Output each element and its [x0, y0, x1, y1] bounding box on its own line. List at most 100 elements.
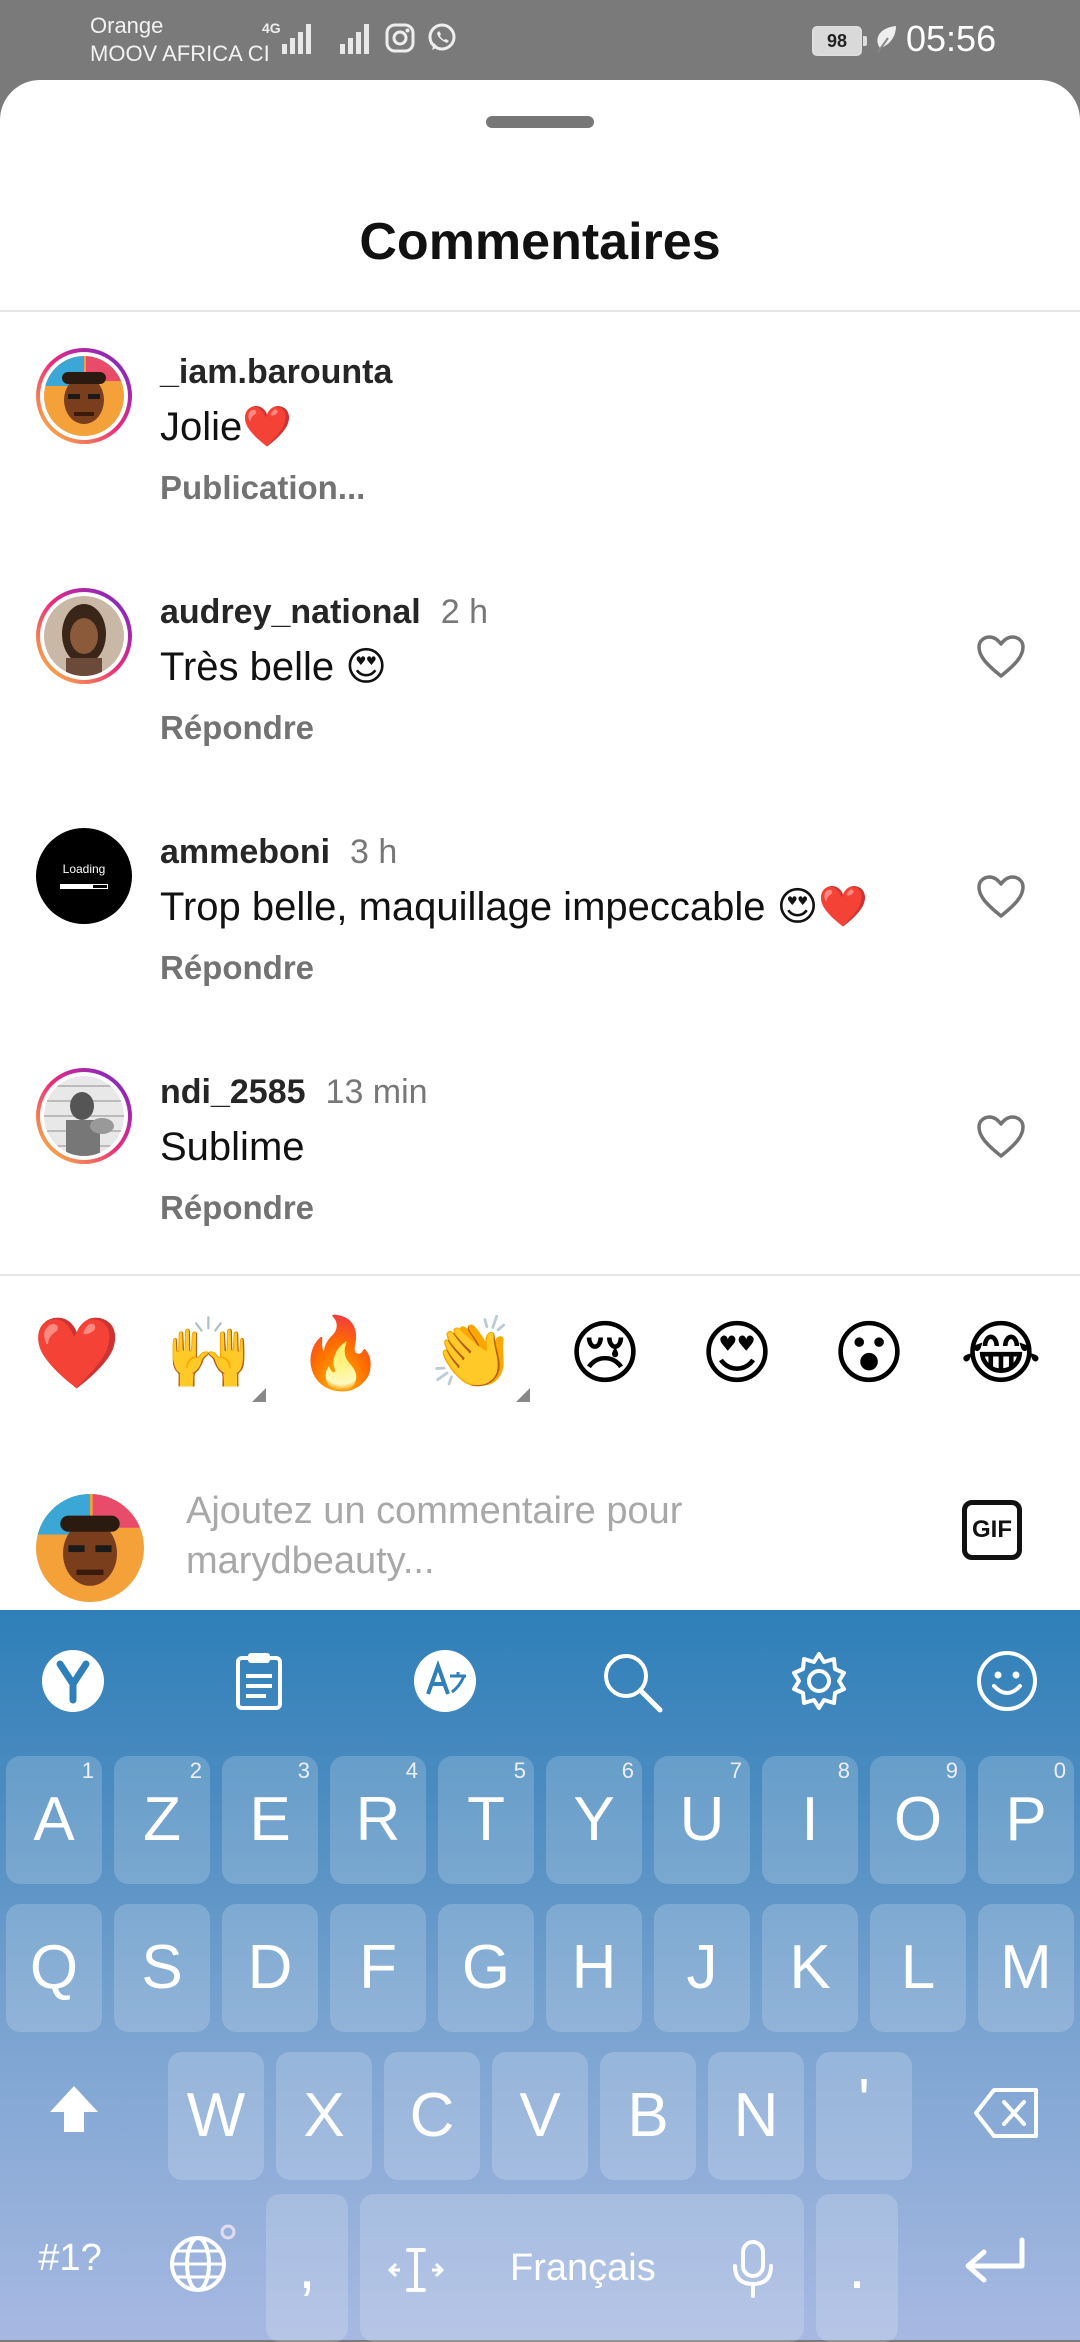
- key-b[interactable]: B: [600, 2052, 696, 2180]
- comment-time: 13 min: [325, 1073, 428, 1111]
- comment-header: _iam.barounta: [160, 350, 392, 394]
- reaction-laughing-emoji[interactable]: 😂: [956, 1308, 1046, 1398]
- key-letter: E: [249, 1785, 291, 1854]
- key-number-hint: 0: [1053, 1758, 1066, 1783]
- avatar-illustration: [44, 356, 124, 436]
- key-g[interactable]: G: [438, 1904, 534, 2032]
- key-f[interactable]: F: [330, 1904, 426, 2032]
- period-key[interactable]: .: [816, 2194, 898, 2342]
- comment-header: ndi_2585 13 min: [160, 1070, 428, 1114]
- keyboard-toolbar: [0, 1610, 1080, 1750]
- key-x[interactable]: X: [276, 2052, 372, 2180]
- key-p[interactable]: P0: [978, 1756, 1074, 1884]
- avatar[interactable]: Loading: [36, 828, 132, 924]
- key-number-hint: 5: [513, 1758, 526, 1783]
- soft-keyboard: A1 Z2 E3 R4 T5 Y6 U7 I8 O9 P0 Q S D F G …: [0, 1610, 1080, 2342]
- key-h[interactable]: H: [546, 1904, 642, 2032]
- reaction-fire-emoji[interactable]: 🔥: [296, 1308, 386, 1398]
- symbols-key[interactable]: #1?: [6, 2194, 134, 2322]
- reaction-heart-eyes-emoji[interactable]: 😍: [692, 1308, 782, 1398]
- reaction-raising-hands-glyph: 🙌: [165, 1314, 253, 1392]
- key-d[interactable]: D: [222, 1904, 318, 2032]
- backspace-icon[interactable]: [972, 2086, 1042, 2140]
- reaction-raising-hands-emoji[interactable]: 🙌: [164, 1308, 266, 1402]
- key-v[interactable]: V: [492, 2052, 588, 2180]
- translate-icon[interactable]: [412, 1648, 478, 1714]
- avatar-photo: [44, 596, 124, 676]
- shift-icon[interactable]: [44, 2080, 104, 2140]
- comment-input[interactable]: [186, 1486, 786, 1596]
- comment-username[interactable]: _iam.barounta: [160, 353, 392, 391]
- avatar-loading-text: Loading: [62, 862, 106, 876]
- skin-tone-indicator: [516, 1388, 530, 1402]
- reaction-surprised-emoji[interactable]: 😮: [824, 1308, 914, 1398]
- signal-icon-2: [340, 22, 369, 54]
- key-u[interactable]: U7: [654, 1756, 750, 1884]
- avatar[interactable]: [36, 1068, 132, 1164]
- key-k[interactable]: K: [762, 1904, 858, 2032]
- battery-saver-leaf-icon: [877, 26, 896, 53]
- key-t[interactable]: T5: [438, 1756, 534, 1884]
- key-letter: T: [467, 1785, 505, 1854]
- globe-language-icon[interactable]: [166, 2224, 236, 2294]
- key-j[interactable]: J: [654, 1904, 750, 2032]
- key-z[interactable]: Z2: [114, 1756, 210, 1884]
- search-icon[interactable]: [598, 1648, 664, 1714]
- comment-item: ndi_2585 13 min Sublime Répondre: [0, 1068, 1080, 1288]
- key-c[interactable]: C: [384, 2052, 480, 2180]
- key-letter: Y: [573, 1785, 615, 1854]
- enter-icon[interactable]: [960, 2234, 1030, 2290]
- key-letter: O: [893, 1785, 943, 1854]
- reaction-heart-emoji[interactable]: ❤️: [32, 1308, 122, 1398]
- comment-composer: GIF: [0, 1460, 1080, 1610]
- key-n[interactable]: N: [708, 2052, 804, 2180]
- key-y[interactable]: Y6: [546, 1756, 642, 1884]
- reply-button[interactable]: Répondre: [160, 946, 314, 990]
- reply-button[interactable]: Répondre: [160, 706, 314, 750]
- comma-key[interactable]: ,: [266, 2194, 348, 2342]
- comment-item: Loading ammeboni 3 h Trop belle, maquilla…: [0, 828, 1080, 1048]
- key-a[interactable]: A1: [6, 1756, 102, 1884]
- key-number-hint: 4: [405, 1758, 418, 1783]
- comment-item: audrey_national 2 h Très belle 😍 Répondre: [0, 588, 1080, 808]
- whatsapp-icon: [428, 23, 456, 51]
- gear-icon[interactable]: [786, 1648, 852, 1714]
- avatar[interactable]: [36, 348, 132, 444]
- emoji-icon[interactable]: [974, 1648, 1040, 1714]
- like-heart-icon[interactable]: [976, 1114, 1026, 1160]
- reply-button[interactable]: Répondre: [160, 1186, 314, 1230]
- comment-text: Trop belle, maquillage impeccable 😍❤️: [160, 885, 869, 929]
- like-heart-icon[interactable]: [976, 634, 1026, 680]
- key-number-hint: 6: [621, 1758, 634, 1783]
- gif-button[interactable]: GIF: [962, 1500, 1022, 1560]
- reaction-clapping-glyph: 👏: [429, 1314, 517, 1392]
- key-r[interactable]: R4: [330, 1756, 426, 1884]
- space-key[interactable]: Français: [360, 2194, 804, 2342]
- key-m[interactable]: M: [978, 1904, 1074, 2032]
- battery-indicator: 98: [812, 26, 867, 56]
- avatar-illustration: [36, 1494, 144, 1602]
- key-s[interactable]: S: [114, 1904, 210, 2032]
- clock: 05:56: [906, 18, 997, 59]
- comment-username[interactable]: audrey_national: [160, 593, 421, 631]
- drag-handle[interactable]: [486, 116, 594, 128]
- yandex-logo-icon[interactable]: [40, 1648, 106, 1714]
- key-l[interactable]: L: [870, 1904, 966, 2032]
- avatar[interactable]: [36, 588, 132, 684]
- key-e[interactable]: E3: [222, 1756, 318, 1884]
- key-number-hint: 2: [189, 1758, 202, 1783]
- key-q[interactable]: Q: [6, 1904, 102, 2032]
- clipboard-icon[interactable]: [226, 1648, 292, 1714]
- key-i[interactable]: I8: [762, 1756, 858, 1884]
- reaction-crying-emoji[interactable]: 😢: [560, 1308, 650, 1398]
- comment-username[interactable]: ndi_2585: [160, 1073, 306, 1111]
- key-letter: I: [801, 1785, 819, 1854]
- key-w[interactable]: W: [168, 2052, 264, 2180]
- carrier-info: Orange MOOV AFRICA CI: [90, 12, 270, 68]
- key-apostrophe[interactable]: ': [816, 2052, 912, 2180]
- comment-text: Sublime: [160, 1125, 305, 1169]
- comment-username[interactable]: ammeboni: [160, 833, 330, 871]
- reaction-clapping-emoji[interactable]: 👏: [428, 1308, 530, 1402]
- like-heart-icon[interactable]: [976, 874, 1026, 920]
- key-o[interactable]: O9: [870, 1756, 966, 1884]
